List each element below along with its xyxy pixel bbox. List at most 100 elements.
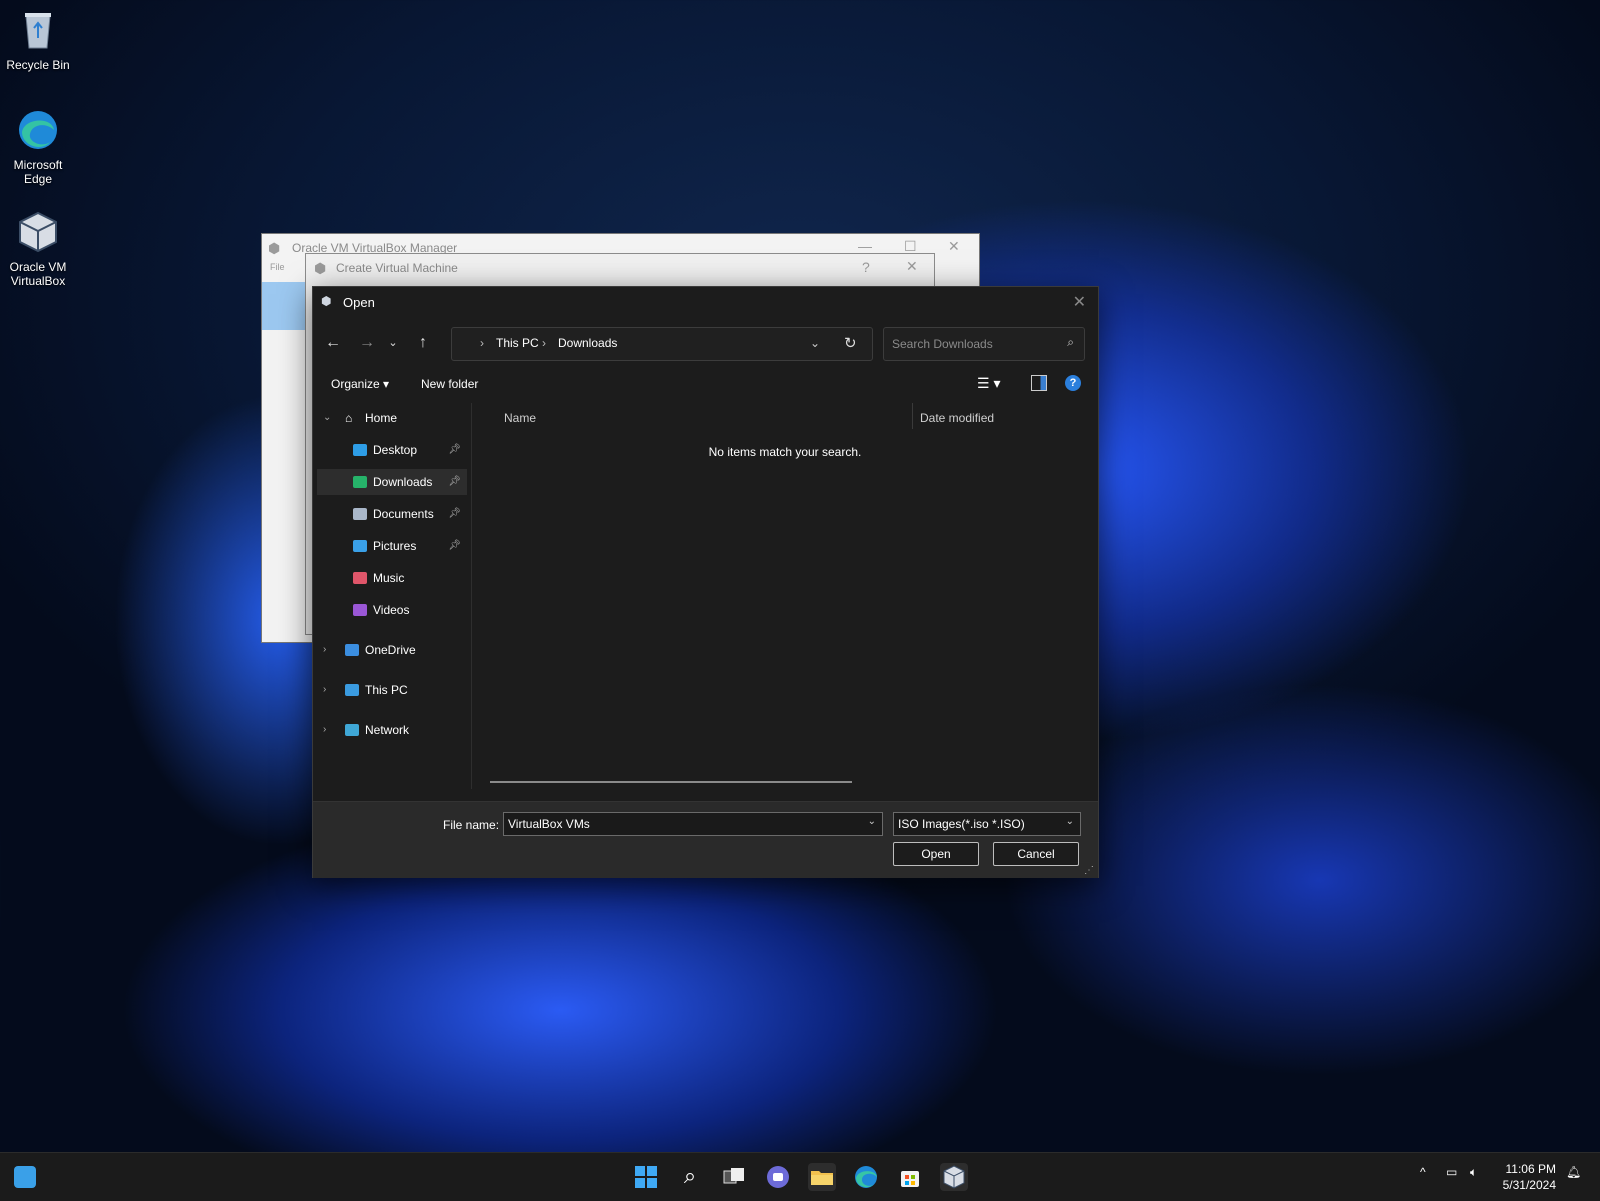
chevron-right-icon[interactable]: ›	[323, 637, 326, 663]
virtualbox-icon: ⬢	[268, 240, 281, 256]
virtualbox-icon[interactable]	[940, 1163, 968, 1191]
address-bar[interactable]: › This PC › Downloads ⌄ ↻	[451, 327, 873, 361]
sidebar-item-label: Desktop	[373, 443, 418, 457]
preview-pane-icon[interactable]	[1031, 375, 1047, 391]
view-options-icon[interactable]: ☰ ▾	[977, 375, 1000, 392]
sidebar-item-music[interactable]: Music	[317, 565, 467, 591]
sidebar-item-documents[interactable]: Documents 📌︎	[317, 501, 467, 527]
home-icon: ⌂	[345, 411, 353, 425]
desktop-icon	[353, 444, 367, 456]
volume-icon[interactable]: 🔈︎	[1470, 1165, 1477, 1180]
chevron-right-icon[interactable]: ›	[323, 717, 326, 743]
desktop-icon-recycle-bin[interactable]: Recycle Bin	[4, 8, 72, 72]
sidebar-item-label: Downloads	[373, 475, 433, 489]
desktop-icon-edge[interactable]: Microsoft Edge	[4, 108, 72, 186]
pin-icon: 📌︎	[448, 508, 461, 519]
command-bar: Organize ▾ New folder ☰ ▾ ?	[313, 367, 1098, 403]
recent-locations-chevron-icon[interactable]: ⌄	[381, 331, 405, 355]
new-folder-button[interactable]: New folder	[421, 377, 478, 391]
chevron-down-icon[interactable]: ⌄	[868, 816, 876, 827]
desktop-icon-label: Microsoft	[13, 158, 63, 172]
network-status-icon[interactable]: ▭	[1446, 1165, 1457, 1179]
notification-bell-icon[interactable]: 🔔︎	[1566, 1165, 1581, 1179]
sidebar-item-label: Network	[365, 723, 410, 737]
column-divider[interactable]	[912, 403, 913, 429]
sidebar-item-videos[interactable]: Videos	[317, 597, 467, 623]
up-arrow-icon[interactable]: ↑	[411, 331, 435, 355]
resize-grip-icon[interactable]: ⋰	[1084, 865, 1094, 876]
sidebar-item-downloads[interactable]: Downloads 📌︎	[317, 469, 467, 495]
onedrive-icon	[345, 644, 359, 656]
music-icon	[353, 572, 367, 584]
teams-chat-icon[interactable]	[764, 1163, 792, 1191]
horizontal-scrollbar[interactable]	[490, 781, 852, 783]
file-list[interactable]: Name Date modified No items match your s…	[472, 403, 1098, 789]
forward-arrow-icon[interactable]: →	[355, 331, 379, 355]
pin-icon: 📌︎	[448, 444, 461, 455]
sidebar-item-home[interactable]: ⌄ ⌂ Home	[317, 405, 467, 431]
sidebar-item-label: This PC	[365, 683, 408, 697]
navigation-pane: ⌄ ⌂ Home Desktop 📌︎ Downloads 📌︎ Documents 📌︎…	[313, 403, 472, 789]
search-icon[interactable]: ⌕	[676, 1163, 704, 1191]
sidebar-item-network[interactable]: › Network	[317, 717, 467, 743]
file-type-value: ISO Images(*.iso *.ISO)	[898, 817, 1025, 831]
close-button[interactable]: ✕	[906, 258, 918, 275]
minimize-button[interactable]: —	[858, 238, 872, 254]
virtualbox-icon: ⬢	[321, 294, 332, 308]
task-view-icon[interactable]	[720, 1163, 748, 1191]
desktop-icon-label: Recycle Bin	[6, 58, 70, 72]
sidebar-item-this-pc[interactable]: › This PC	[317, 677, 467, 703]
videos-icon	[353, 604, 367, 616]
sidebar-item-label: OneDrive	[365, 643, 416, 657]
address-dropdown-icon[interactable]: ⌄	[810, 336, 820, 350]
help-button[interactable]: ?	[862, 259, 870, 275]
show-hidden-icons-chevron-icon[interactable]: ^	[1420, 1165, 1426, 1179]
chevron-down-icon: ⌄	[1065, 816, 1074, 827]
sidebar-item-desktop[interactable]: Desktop 📌︎	[317, 437, 467, 463]
back-arrow-icon[interactable]: ←	[321, 331, 345, 355]
desktop-icon-virtualbox[interactable]: Oracle VM VirtualBox	[4, 210, 72, 288]
dialog-titlebar: ⬢ Open ✕	[313, 287, 1098, 319]
download-icon	[353, 476, 367, 488]
open-dialog: ⬢ Open ✕ ← → ⌄ ↑ › This PC › Downloads ⌄…	[312, 286, 1099, 878]
close-button[interactable]: ✕	[948, 238, 960, 255]
search-input[interactable]: Search Downloads ⌕	[883, 327, 1085, 361]
start-icon[interactable]	[632, 1163, 660, 1191]
breadcrumb-this-pc[interactable]: This PC	[496, 336, 539, 350]
organize-label: Organize	[331, 377, 380, 391]
sidebar-item-pictures[interactable]: Pictures 📌︎	[317, 533, 467, 559]
file-name-label: File name:	[443, 818, 500, 832]
breadcrumb-downloads[interactable]: Downloads	[558, 336, 617, 350]
recycle-bin-icon	[16, 8, 60, 52]
sidebar-item-label: Home	[365, 411, 398, 425]
search-icon[interactable]: ⌕	[1067, 335, 1074, 350]
close-button[interactable]: ✕	[1073, 292, 1086, 312]
file-explorer-icon[interactable]	[808, 1163, 836, 1191]
store-icon[interactable]	[896, 1163, 924, 1191]
help-icon[interactable]: ?	[1065, 375, 1081, 391]
sidebar-item-label: Pictures	[373, 539, 417, 553]
edge-icon[interactable]	[852, 1163, 880, 1191]
cancel-button[interactable]: Cancel	[993, 842, 1079, 866]
file-type-select[interactable]: ISO Images(*.iso *.ISO) ⌄	[893, 812, 1081, 836]
clock[interactable]: 11:06 PM 5/31/2024	[1503, 1161, 1556, 1193]
search-placeholder: Search Downloads	[892, 337, 993, 351]
open-button[interactable]: Open	[893, 842, 979, 866]
window-title: Create Virtual Machine	[336, 261, 458, 275]
column-header-name[interactable]: Name	[504, 411, 536, 425]
file-name-field[interactable]: VirtualBox VMs ⌄	[503, 812, 883, 836]
organize-button[interactable]: Organize ▾	[331, 377, 389, 391]
desktop-icon-label: Edge	[23, 172, 53, 186]
virtualbox-icon	[16, 210, 60, 254]
tools-panel[interactable]	[262, 282, 308, 330]
column-header-date-modified[interactable]: Date modified	[920, 411, 994, 425]
sidebar-item-onedrive[interactable]: › OneDrive	[317, 637, 467, 663]
computer-icon	[345, 684, 359, 696]
chevron-right-icon[interactable]: ›	[323, 677, 326, 703]
refresh-icon[interactable]: ↻	[844, 334, 857, 352]
pictures-icon	[353, 540, 367, 552]
chevron-down-icon: ▾	[383, 377, 390, 391]
taskbar: ⌕ ^ ▭ 🔈︎ 11:06 PM 5/31/2024 🔔︎	[0, 1152, 1600, 1201]
sidebar-item-label: Music	[373, 571, 405, 585]
widgets-icon[interactable]	[14, 1166, 36, 1188]
